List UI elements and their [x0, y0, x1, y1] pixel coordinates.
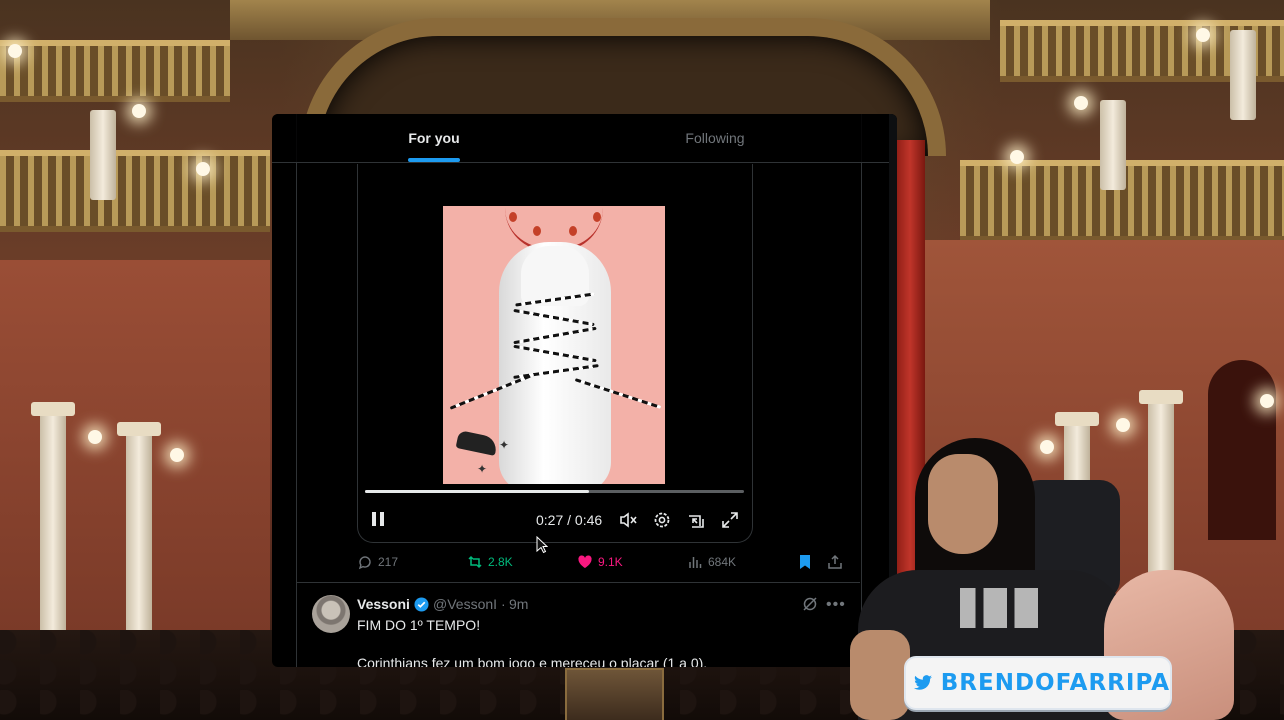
- verified-badge-icon: [414, 597, 429, 612]
- timeline-tabs: For you Following: [272, 114, 897, 163]
- heart-icon: [578, 555, 592, 568]
- twitter-bird-icon: [914, 675, 932, 690]
- like-button[interactable]: 9.1K: [577, 552, 623, 572]
- bead: [509, 212, 517, 222]
- mute-icon[interactable]: [618, 510, 638, 530]
- video-progress-bar[interactable]: [365, 490, 744, 493]
- share-button[interactable]: [827, 552, 843, 572]
- tab-following[interactable]: Following: [664, 114, 766, 162]
- repost-count: 2.8K: [488, 555, 513, 569]
- lamp: [1260, 394, 1274, 408]
- views-button[interactable]: 684K: [687, 552, 736, 572]
- sparkle-icon: ✦: [477, 462, 488, 476]
- balcony-left-upper: [0, 40, 230, 102]
- streamer-face: [928, 454, 998, 554]
- lamp: [8, 44, 22, 58]
- column-capital: [1139, 390, 1183, 404]
- column: [40, 410, 66, 640]
- like-count: 9.1K: [598, 555, 623, 569]
- share-icon: [828, 554, 842, 569]
- bead: [533, 226, 541, 236]
- bookmark-button[interactable]: [798, 552, 812, 572]
- column: [90, 110, 116, 200]
- lamp: [1196, 28, 1210, 42]
- lamp: [170, 448, 184, 462]
- tab-indicator: [408, 158, 460, 162]
- avatar[interactable]: [312, 595, 350, 633]
- tweet-text-line: Corinthians fez um bom jogo e mereceu o …: [357, 655, 708, 667]
- streamer-handle: BRENDOFARRIPA: [940, 670, 1170, 696]
- lamp: [196, 162, 210, 176]
- tweet-meta-separator: ·: [501, 596, 506, 612]
- repost-icon: [468, 555, 482, 569]
- tweet[interactable]: Vessoni @VessonI · 9m ••• FIM DO 1º TEMP…: [296, 583, 860, 667]
- lamp: [88, 430, 102, 444]
- reply-icon: [358, 556, 371, 570]
- analytics-icon: [689, 557, 702, 568]
- lamp: [132, 104, 146, 118]
- column: [1100, 100, 1126, 190]
- bookmark-icon: [800, 555, 810, 569]
- mouse-cursor-icon: [536, 536, 548, 554]
- reply-button[interactable]: 217: [357, 552, 398, 572]
- video-player[interactable]: ✦ ✦ 0:27 / 0:46: [357, 164, 753, 543]
- video-frame[interactable]: ✦ ✦: [443, 206, 665, 484]
- repost-button[interactable]: 2.8K: [467, 552, 513, 572]
- shirt-print: [960, 588, 1038, 628]
- settings-gear-icon[interactable]: [652, 510, 672, 530]
- stage-doorway: [565, 668, 664, 720]
- column: [1230, 30, 1256, 120]
- picture-in-picture-icon[interactable]: [686, 510, 706, 530]
- video-progress-fill: [365, 490, 589, 493]
- grok-icon[interactable]: [802, 596, 818, 612]
- reply-count: 217: [378, 555, 399, 569]
- bead: [569, 226, 577, 236]
- column: [126, 430, 152, 640]
- pause-icon[interactable]: [370, 510, 386, 530]
- streamer-arm: [850, 630, 910, 720]
- tab-for-you[interactable]: For you: [382, 114, 486, 162]
- fullscreen-icon[interactable]: [720, 510, 740, 530]
- column-capital: [1055, 412, 1099, 426]
- tweet-text-line: FIM DO 1º TEMPO!: [357, 617, 481, 633]
- lamp: [1010, 150, 1024, 164]
- sneaker-graphic: [499, 242, 611, 484]
- bead: [593, 212, 601, 222]
- sparkle-icon: ✦: [499, 438, 510, 452]
- tweet-author-name[interactable]: Vessoni: [357, 596, 410, 612]
- streamer-twitter-badge: BRENDOFARRIPA: [904, 656, 1172, 710]
- column-capital: [117, 422, 161, 436]
- column-capital: [31, 402, 75, 416]
- twitter-timeline-panel: For you Following ✦ ✦ 0:27 / 0:46 217 2.…: [272, 114, 897, 667]
- mini-sneaker-graphic: [455, 430, 499, 456]
- tweet-author-handle[interactable]: @VessonI: [433, 596, 497, 612]
- tweet-action-bar: 217 2.8K 9.1K 684K: [357, 552, 847, 572]
- tweet-timestamp[interactable]: 9m: [509, 596, 528, 612]
- lamp: [1074, 96, 1088, 110]
- balcony-left: [0, 150, 270, 232]
- more-options-icon[interactable]: •••: [826, 596, 846, 614]
- video-timestamp: 0:27 / 0:46: [536, 512, 603, 528]
- view-count: 684K: [708, 555, 737, 569]
